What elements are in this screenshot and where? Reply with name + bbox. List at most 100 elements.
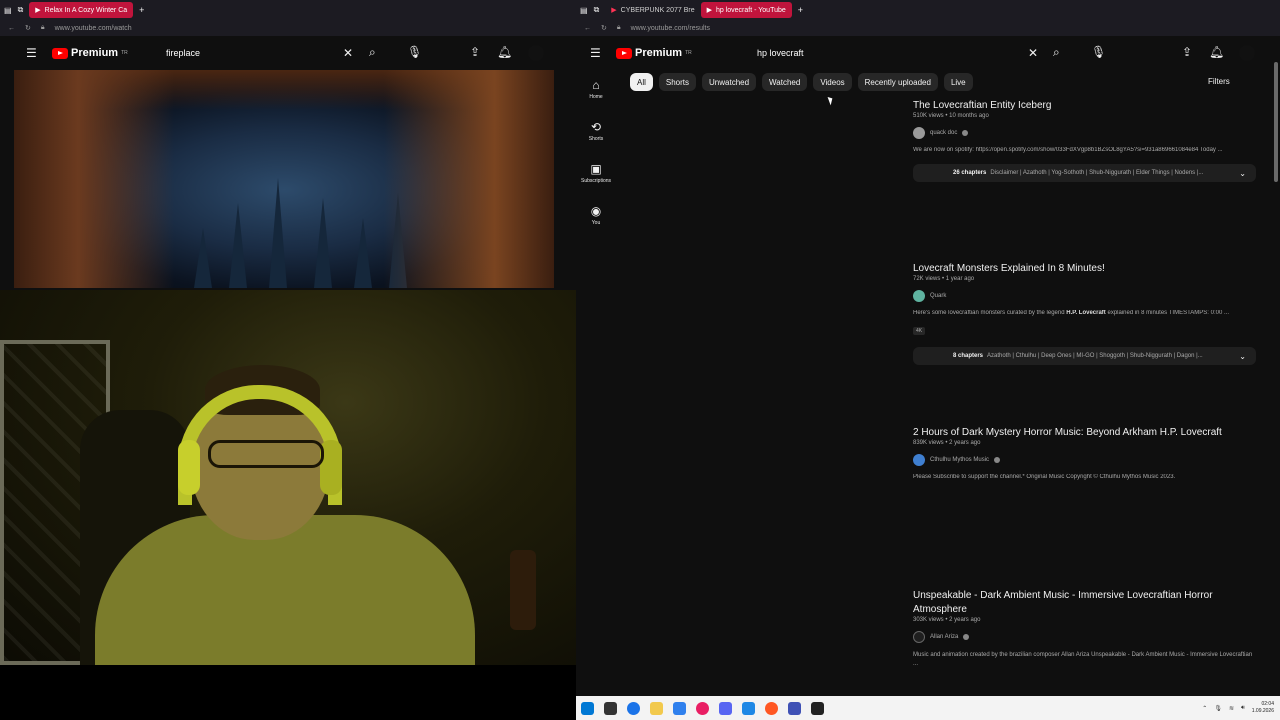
microphone-icon[interactable]: 🎙︎ [1091, 45, 1106, 59]
system-tray: ⌃ 🎙︎ ≋ 🔊︎ 02:04 1.09.2026 [1202, 696, 1274, 720]
channel-avatar[interactable] [913, 454, 925, 466]
sidebar-toggle-icon[interactable]: ▤ [4, 6, 12, 15]
store-icon[interactable] [742, 701, 755, 715]
back-icon[interactable]: ← [8, 25, 15, 32]
left-url-field[interactable]: www.youtube.com/watch [55, 25, 132, 32]
results-scrollbar[interactable] [1274, 62, 1278, 182]
filters-button[interactable]: Filters [1208, 77, 1230, 86]
clear-search-icon[interactable]: ✕ [343, 46, 353, 60]
chapters-bar[interactable]: 26 chapters Disclaimer | Azathoth | Yog-… [913, 164, 1256, 182]
channel-name[interactable]: quack doc [930, 130, 957, 136]
discord-icon[interactable] [719, 701, 732, 715]
verified-icon [963, 634, 970, 640]
chevron-down-icon[interactable]: ⌄ [1239, 169, 1246, 178]
channel-name[interactable]: Allan Ariza [930, 634, 958, 640]
start-icon[interactable] [581, 701, 594, 715]
left-active-tab[interactable]: ▶ Relax In A Cozy Winter Ca [29, 2, 134, 18]
microphone-icon[interactable]: 🎙︎ [407, 45, 422, 59]
menu-icon[interactable]: ☰ [26, 46, 37, 60]
home-icon: ⌂ [592, 78, 600, 92]
microphone-icon[interactable]: 🎙︎ [1214, 705, 1222, 712]
app-icon[interactable] [788, 701, 801, 715]
upload-icon[interactable]: ⇪ [470, 45, 480, 59]
search-result[interactable]: The Lovecraftian Entity Iceberg 510K vie… [913, 99, 1256, 182]
youtube-premium-logo[interactable]: Premium TR [52, 47, 128, 59]
upload-icon[interactable]: ⇪ [1182, 45, 1192, 59]
right-search-input[interactable]: hp lovecraft [757, 48, 804, 58]
video-player[interactable] [14, 70, 554, 288]
shorts-icon: ⟲ [590, 120, 602, 134]
chip-all[interactable]: All [630, 73, 653, 91]
avatar[interactable] [1239, 45, 1255, 61]
avatar[interactable] [528, 45, 544, 61]
webcam-headphone-left [178, 440, 200, 495]
chip-watched[interactable]: Watched [762, 73, 808, 91]
sidebar-item-you[interactable]: ◉ You [576, 204, 616, 226]
reload-icon[interactable]: ↻ [601, 24, 607, 32]
sidebar-item-home[interactable]: ⌂ Home [576, 78, 616, 100]
sidebar-item-shorts[interactable]: ⟲ Shorts [576, 120, 616, 142]
sidebar-toggle-icon[interactable]: ▤ [580, 6, 588, 15]
chevron-up-icon[interactable]: ⌃ [1202, 705, 1207, 712]
chevron-down-icon[interactable]: ⌄ [1239, 352, 1246, 361]
search-icon[interactable]: ⌕ [369, 45, 376, 60]
chip-unwatched[interactable]: Unwatched [702, 73, 757, 91]
notifications-icon[interactable]: 🔔︎ [1209, 45, 1224, 59]
channel-name[interactable]: Cthulhu Mythos Music [930, 457, 989, 463]
menu-icon[interactable]: ☰ [590, 46, 601, 60]
right-tab-1[interactable]: ▶ CYBERPUNK 2077 Bre [605, 2, 700, 18]
channel-avatar[interactable] [913, 127, 925, 139]
chip-shorts[interactable]: Shorts [658, 73, 697, 91]
back-icon[interactable]: ← [584, 25, 591, 32]
volume-icon[interactable]: 🔊︎ [1241, 705, 1245, 712]
channel-avatar[interactable] [913, 631, 925, 643]
opera-icon[interactable] [696, 701, 709, 715]
result-title[interactable]: Lovecraft Monsters Explained In 8 Minute… [913, 262, 1256, 276]
new-tab-icon[interactable]: + [798, 5, 803, 15]
clock[interactable]: 02:04 1.09.2026 [1252, 701, 1274, 715]
channel-name[interactable]: Quark [930, 293, 946, 299]
tab-list-icon[interactable]: ⧉ [594, 5, 600, 15]
clock-time: 02:04 [1261, 701, 1274, 707]
result-channel[interactable]: quack doc [913, 127, 1256, 139]
clear-search-icon[interactable]: ✕ [1028, 46, 1038, 60]
site-info-icon[interactable]: 🔒︎ [41, 24, 45, 32]
result-channel[interactable]: Allan Ariza [913, 631, 1256, 643]
chip-recently-uploaded[interactable]: Recently uploaded [857, 73, 938, 91]
app-icon[interactable] [811, 701, 824, 715]
sidebar-item-label: Subscriptions [580, 178, 611, 184]
reload-icon[interactable]: ↻ [25, 24, 31, 32]
search-result[interactable]: 2 Hours of Dark Mystery Horror Music: Be… [913, 426, 1256, 480]
youtube-premium-logo[interactable]: Premium TR [616, 47, 692, 59]
mail-icon[interactable] [673, 701, 686, 715]
result-channel[interactable]: Quark [913, 290, 1256, 302]
chip-videos[interactable]: Videos [813, 73, 852, 91]
search-icon[interactable]: ⌕ [1053, 45, 1060, 60]
result-title[interactable]: 2 Hours of Dark Mystery Horror Music: Be… [913, 426, 1256, 440]
browser-icon[interactable] [627, 701, 640, 715]
channel-avatar[interactable] [913, 290, 925, 302]
video-tree [314, 198, 332, 288]
result-title[interactable]: Unspeakable - Dark Ambient Music - Immer… [913, 589, 1256, 617]
tab-list-icon[interactable]: ⧉ [18, 5, 24, 15]
sidebar-item-subscriptions[interactable]: ▣ Subscriptions [576, 162, 616, 184]
search-result[interactable]: Unspeakable - Dark Ambient Music - Immer… [913, 589, 1256, 669]
chapters-bar[interactable]: 8 chapters Azathoth | Cthulhu | Deep One… [913, 347, 1256, 365]
wifi-icon[interactable]: ≋ [1229, 705, 1234, 712]
left-search-input[interactable]: fireplace [166, 48, 200, 58]
notifications-icon[interactable]: 🔔︎ [497, 45, 512, 59]
video-cave-right [384, 70, 554, 288]
new-tab-icon[interactable]: + [139, 5, 144, 15]
right-url-field[interactable]: www.youtube.com/results [631, 25, 710, 32]
left-address-bar: ← ↻ 🔒︎ www.youtube.com/watch [0, 20, 576, 36]
chip-live[interactable]: Live [943, 73, 973, 91]
result-channel[interactable]: Cthulhu Mythos Music [913, 454, 1256, 466]
search-result[interactable]: Lovecraft Monsters Explained In 8 Minute… [913, 262, 1256, 365]
folder-icon[interactable] [650, 701, 663, 715]
app-icon[interactable] [765, 701, 778, 715]
result-title[interactable]: The Lovecraftian Entity Iceberg [913, 99, 1256, 113]
logo-text: Premium [71, 47, 119, 59]
terminal-icon[interactable] [604, 701, 617, 715]
right-tab-2[interactable]: ▶ hp lovecraft - YouTube [700, 2, 792, 18]
site-info-icon[interactable]: 🔒︎ [617, 24, 621, 32]
